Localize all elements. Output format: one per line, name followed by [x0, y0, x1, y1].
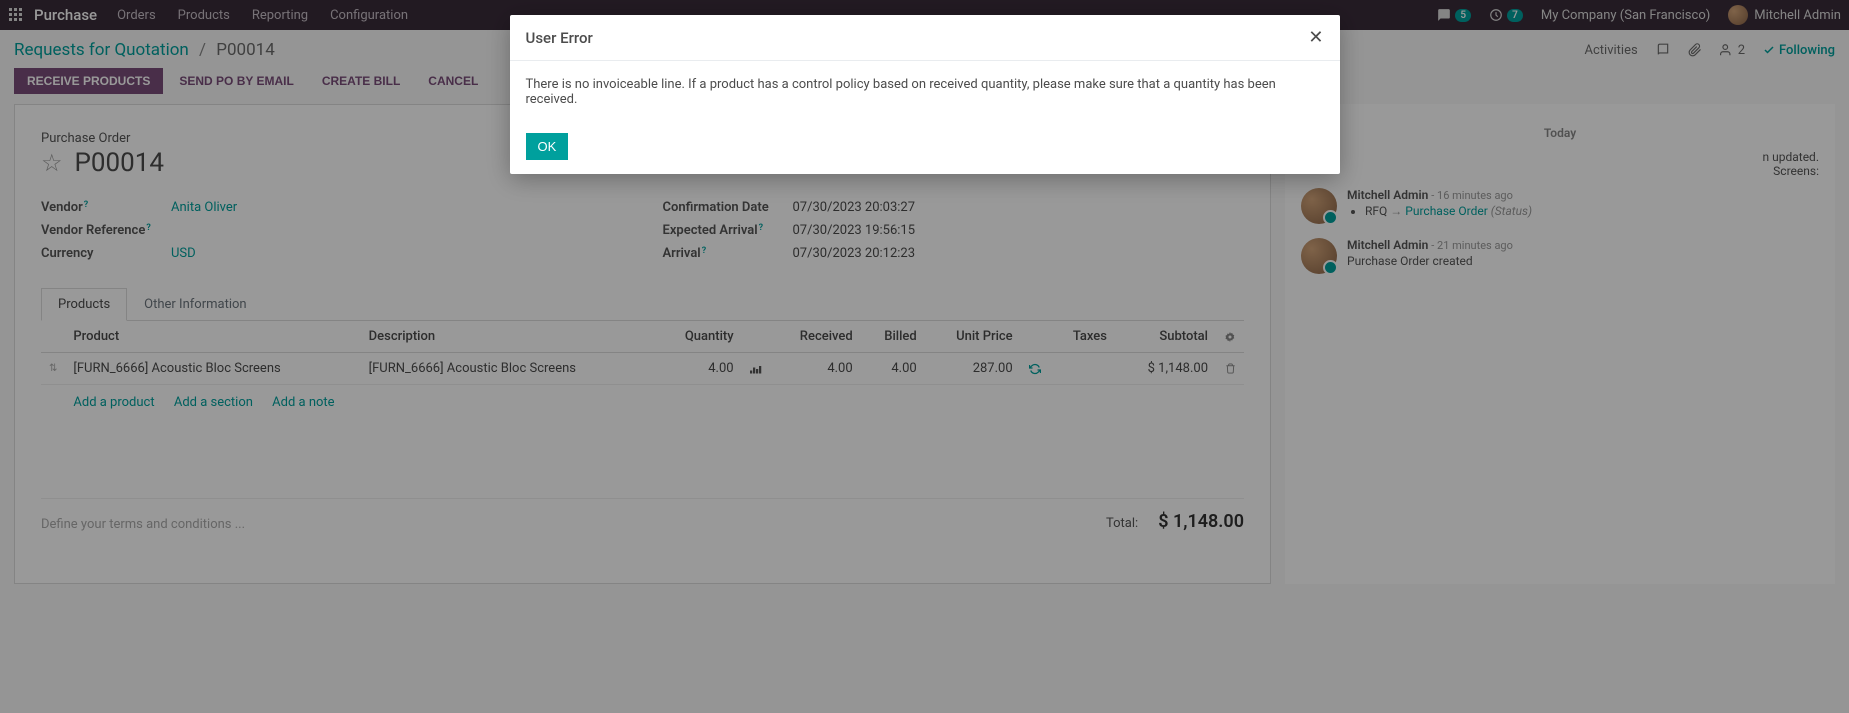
- close-icon[interactable]: ✕: [1308, 27, 1323, 48]
- error-modal: User Error ✕ There is no invoiceable lin…: [510, 15, 1340, 174]
- modal-body: There is no invoiceable line. If a produ…: [510, 61, 1340, 123]
- modal-footer: OK: [510, 123, 1340, 174]
- ok-button[interactable]: OK: [526, 133, 569, 160]
- modal-title: User Error: [526, 29, 593, 47]
- modal-header: User Error ✕: [510, 15, 1340, 61]
